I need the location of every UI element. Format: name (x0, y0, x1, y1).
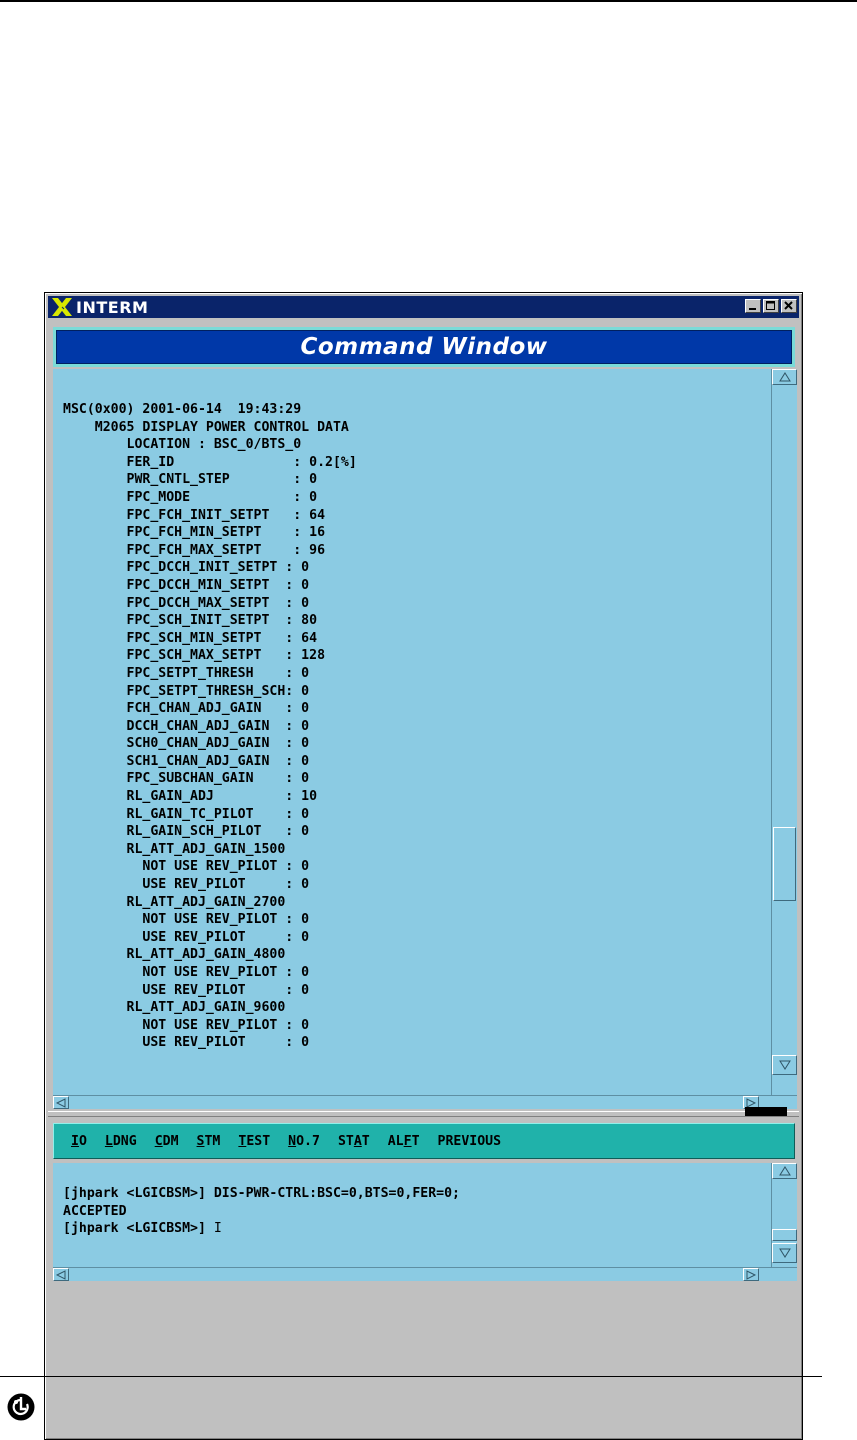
output-line: SCH1_CHAN_ADJ_GAIN : 0 (63, 753, 310, 769)
output-line: M2065 DISPLAY POWER CONTROL DATA (63, 419, 349, 435)
output-line: FPC_DCCH_MIN_SETPT : 0 (63, 577, 310, 593)
interm-window: INTERM Command Window MSC(0x00) 2001-06-… (44, 292, 803, 1440)
output-line: RL_GAIN_TC_PILOT : 0 (63, 806, 310, 822)
input-scroll-down-button[interactable] (772, 1243, 797, 1263)
menu-item-previous[interactable]: PREVIOUS (438, 1134, 502, 1149)
output-line: NOT USE REV_PILOT : 0 (63, 912, 310, 928)
arrow-up-icon (778, 1166, 791, 1176)
output-line: FPC_DCCH_MAX_SETPT : 0 (63, 595, 310, 611)
window-controls (745, 299, 797, 313)
header-banner: Command Window (56, 330, 792, 364)
output-horizontal-scrollbar[interactable] (53, 1095, 797, 1109)
close-button[interactable] (781, 299, 797, 313)
input-prompt: [jhpark <LGICBSM>] (63, 1221, 206, 1237)
output-line: RL_ATT_ADJ_GAIN_2700 (63, 894, 286, 910)
close-icon (784, 301, 793, 310)
maximize-button[interactable] (763, 299, 779, 313)
menu-item-test[interactable]: TEST (238, 1134, 270, 1149)
output-line: RL_ATT_ADJ_GAIN_9600 (63, 1000, 286, 1016)
output-line: SCH0_CHAN_ADJ_GAIN : 0 (63, 736, 310, 752)
output-line: FER_ID : 0.2[%] (63, 454, 357, 470)
page-top-rule (0, 0, 857, 2)
arrow-up-icon (778, 372, 791, 382)
command-window-header: Command Window (53, 327, 795, 367)
arrow-left-icon (56, 1097, 66, 1108)
splitter-handle[interactable] (745, 1107, 787, 1116)
menu-item-cdm[interactable]: CDM (155, 1134, 179, 1149)
input-text[interactable]: [jhpark <LGICBSM>] DIS-PWR-CTRL:BSC=0,BT… (63, 1185, 460, 1238)
lg-logo-icon (7, 1393, 35, 1421)
output-line: FPC_SCH_INIT_SETPT : 80 (63, 613, 318, 629)
arrow-right-icon (746, 1269, 756, 1280)
maximize-icon (766, 301, 775, 310)
output-vertical-scrollbar[interactable] (771, 369, 797, 1095)
menu-item-stat[interactable]: STAT (338, 1134, 370, 1149)
menu-item-no-7[interactable]: NO.7 (288, 1134, 320, 1149)
output-line: NOT USE REV_PILOT : 0 (63, 1017, 310, 1033)
output-line: FPC_MODE : 0 (63, 489, 318, 505)
output-line: FPC_SETPT_THRESH : 0 (63, 665, 310, 681)
output-line: FPC_FCH_MIN_SETPT : 16 (63, 525, 326, 541)
input-pane[interactable]: [jhpark <LGICBSM>] DIS-PWR-CTRL:BSC=0,BT… (53, 1163, 797, 1267)
menu-item-ldng[interactable]: LDNG (105, 1134, 137, 1149)
output-line: NOT USE REV_PILOT : 0 (63, 965, 310, 980)
input-line-status: ACCEPTED (63, 1203, 127, 1219)
output-line: RL_GAIN_ADJ : 10 (63, 789, 318, 805)
scroll-down-button[interactable] (772, 1055, 797, 1075)
output-line: FPC_FCH_MAX_SETPT : 96 (63, 542, 326, 558)
output-text: MSC(0x00) 2001-06-14 19:43:29 M2065 DISP… (63, 401, 357, 1052)
page-bottom-rule (0, 1376, 822, 1377)
output-line: USE REV_PILOT : 0 (63, 877, 310, 893)
input-scroll-up-button[interactable] (772, 1163, 797, 1179)
output-line: NOT USE REV_PILOT : 0 (63, 859, 310, 875)
arrow-right-icon (746, 1097, 756, 1108)
input-scroll-right-button[interactable] (743, 1268, 759, 1281)
output-line: USE REV_PILOT : 0 (63, 1035, 310, 1051)
scroll-left-button[interactable] (53, 1096, 69, 1109)
arrow-down-icon (778, 1060, 791, 1070)
output-scroll-thumb[interactable] (773, 827, 796, 901)
output-line: FCH_CHAN_ADJ_GAIN : 0 (63, 701, 310, 717)
output-line: RL_ATT_ADJ_GAIN_1500 (63, 841, 286, 857)
x-logo-icon (52, 298, 72, 316)
minimize-icon (749, 308, 756, 310)
header-title: Command Window (300, 334, 548, 360)
output-line: PWR_CNTL_STEP : 0 (63, 472, 318, 488)
window-title: INTERM (76, 297, 149, 317)
text-cursor: I (213, 1221, 222, 1237)
scroll-up-button[interactable] (772, 369, 797, 385)
output-line: FPC_SETPT_THRESH_SCH: 0 (63, 683, 310, 699)
output-line: FPC_SCH_MAX_SETPT : 128 (63, 648, 326, 664)
output-line: FPC_DCCH_INIT_SETPT : 0 (63, 560, 310, 576)
pane-splitter[interactable] (48, 1111, 799, 1117)
input-vertical-scrollbar[interactable] (771, 1163, 797, 1267)
output-line: FPC_FCH_INIT_SETPT : 64 (63, 507, 326, 523)
menu-item-stm[interactable]: STM (197, 1134, 221, 1149)
output-line: FPC_SCH_MIN_SETPT : 64 (63, 630, 318, 646)
output-pane[interactable]: MSC(0x00) 2001-06-14 19:43:29 M2065 DISP… (53, 369, 797, 1095)
output-line: DCCH_CHAN_ADJ_GAIN : 0 (63, 718, 310, 734)
input-scroll-thumb[interactable] (772, 1229, 797, 1241)
output-line: USE REV_PILOT : 0 (63, 929, 310, 945)
output-line: RL_ATT_ADJ_GAIN_4800 (63, 947, 286, 963)
minimize-button[interactable] (745, 299, 761, 313)
output-line: LOCATION : BSC_0/BTS_0 (63, 437, 302, 453)
arrow-left-icon (56, 1269, 66, 1280)
output-line: MSC(0x00) 2001-06-14 19:43:29 (63, 402, 302, 417)
menu-item-alft[interactable]: ALFT (388, 1134, 420, 1149)
window-titlebar[interactable]: INTERM (48, 296, 799, 318)
output-line: RL_GAIN_SCH_PILOT : 0 (63, 824, 310, 840)
input-line-command: [jhpark <LGICBSM>] DIS-PWR-CTRL:BSC=0,BT… (63, 1186, 460, 1201)
output-line: USE REV_PILOT : 0 (63, 982, 310, 998)
arrow-down-icon (778, 1248, 791, 1258)
menu-item-io[interactable]: IO (71, 1134, 87, 1149)
command-menu-bar: IO LDNG CDM STM TEST NO.7 STAT ALFT PREVIOUS (53, 1123, 795, 1159)
output-line: FPC_SUBCHAN_GAIN : 0 (63, 771, 310, 787)
input-scroll-left-button[interactable] (53, 1268, 69, 1281)
input-horizontal-scrollbar[interactable] (53, 1267, 797, 1281)
